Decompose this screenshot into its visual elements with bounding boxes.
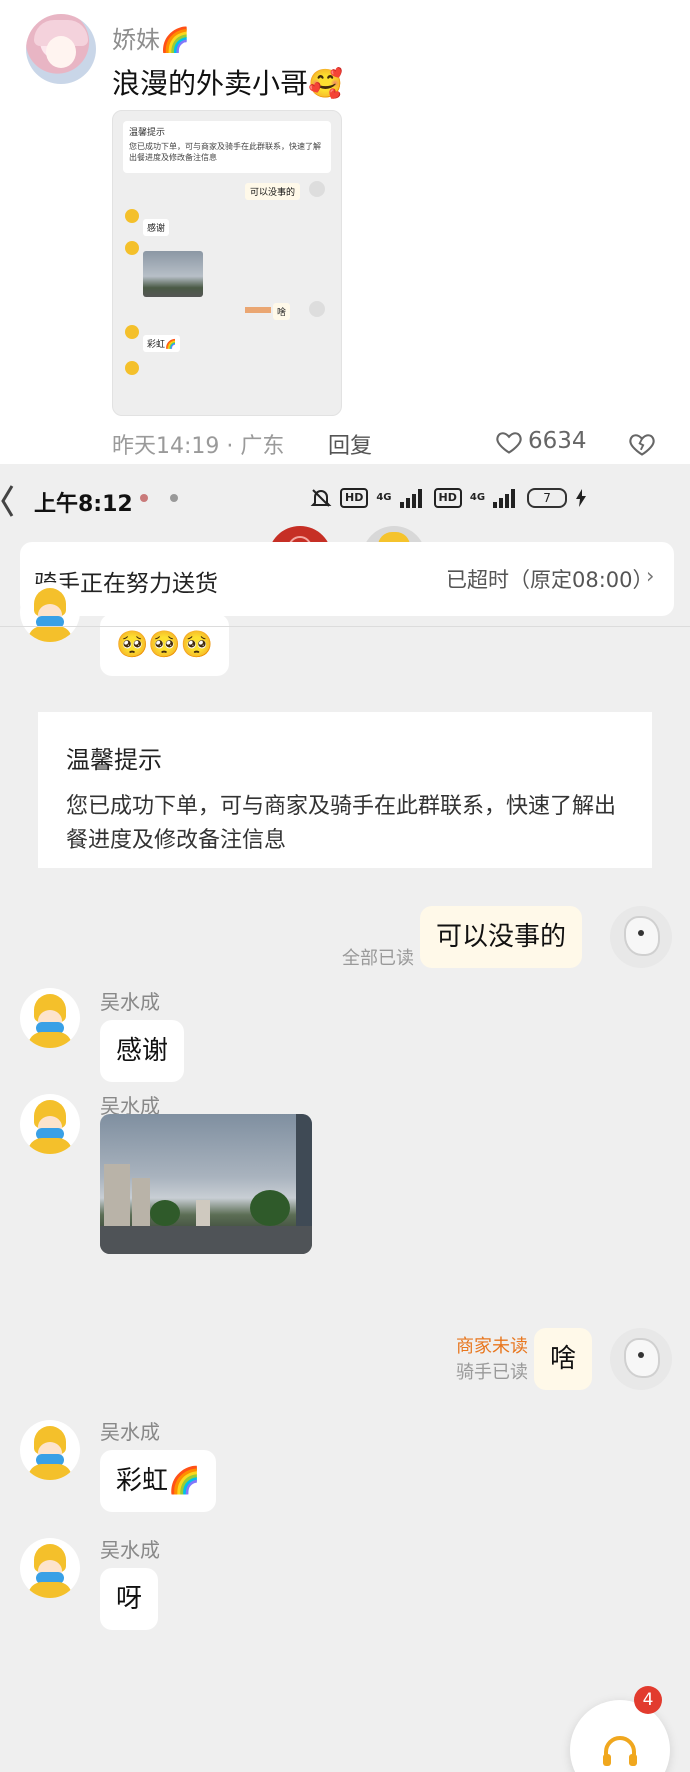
merchant-unread-status: 商家未读	[456, 1336, 528, 1357]
ghost-shape	[624, 916, 660, 956]
rider-avatar[interactable]	[20, 988, 80, 1048]
ghost-shape	[624, 1338, 660, 1378]
thumb-msg-thanks: 感谢	[143, 219, 170, 236]
chevron-right-icon[interactable]: ›	[646, 564, 654, 588]
body-shape	[28, 1582, 72, 1598]
thumb-msg-mine: 可以没事的	[245, 183, 301, 200]
sender-name: 吴水成	[100, 1538, 160, 1562]
hd-badge: HD	[433, 488, 462, 508]
thumb-rider-avatar	[125, 209, 139, 223]
thumb-photo	[143, 251, 203, 297]
status-time: 上午8:12	[34, 492, 133, 517]
body-shape	[28, 1138, 72, 1154]
reply-button[interactable]: 回复	[328, 428, 372, 460]
comment-text: 浪漫的外卖小哥🥰	[112, 67, 343, 100]
thumb-tip-body: 您已成功下单，可与商家及骑手在此群联系，快速了解出餐进度及修改备注信息	[129, 142, 321, 162]
commenter-username[interactable]: 娇妹🌈	[112, 20, 190, 55]
notification-dot-icon	[140, 494, 148, 502]
road-shape	[100, 1226, 312, 1254]
read-status: 全部已读	[342, 948, 414, 969]
sender-name: 吴水成	[100, 990, 160, 1014]
tip-title: 温馨提示	[66, 746, 162, 774]
thumb-rider-avatar	[125, 361, 139, 375]
tree-shape	[250, 1190, 290, 1226]
building-shape	[196, 1200, 210, 1226]
rider-avatar[interactable]	[20, 1538, 80, 1598]
hd-badge: HD	[340, 488, 369, 508]
bell-mute-icon	[310, 489, 332, 507]
thumb-msg-what: 啥	[273, 303, 291, 320]
self-avatar[interactable]	[610, 1328, 672, 1390]
broken-heart-icon[interactable]	[628, 430, 656, 458]
divider	[0, 626, 690, 627]
rider-avatar[interactable]	[20, 1420, 80, 1480]
comment-image-thumbnail[interactable]: 温馨提示 您已成功下单，可与商家及骑手在此群联系，快速了解出餐进度及修改备注信息…	[112, 110, 342, 416]
rider-read-status: 骑手已读	[456, 1362, 528, 1383]
thumb-unread-tag	[245, 307, 271, 313]
rider-avatar[interactable]	[20, 582, 80, 642]
thumb-self-avatar	[309, 301, 325, 317]
status-icons: HD 4G HD 4G 7	[310, 484, 587, 512]
signal-icon	[493, 489, 516, 508]
headset-icon	[603, 1736, 637, 1766]
message-bubble[interactable]: 呀	[100, 1568, 159, 1630]
eye-shape	[638, 930, 644, 936]
my-message-bubble[interactable]: 啥	[534, 1328, 593, 1390]
message-bubble[interactable]: 彩虹🌈	[100, 1450, 217, 1512]
self-avatar[interactable]	[610, 906, 672, 968]
battery-indicator: 7	[527, 488, 568, 508]
building-shape	[104, 1164, 130, 1226]
rainbow-sky-photo[interactable]	[100, 1114, 312, 1254]
rider-avatar[interactable]	[20, 1094, 80, 1154]
network-type: 4G	[376, 492, 392, 503]
thumb-rider-avatar	[125, 241, 139, 255]
thumb-tip-card: 温馨提示 您已成功下单，可与商家及骑手在此群联系，快速了解出餐进度及修改备注信息	[123, 121, 331, 173]
message-bubble[interactable]: 感谢	[100, 1020, 185, 1082]
comment-time-location: 昨天14:19 · 广东	[112, 434, 285, 459]
tree-shape	[150, 1200, 180, 1226]
signal-icon	[399, 489, 422, 508]
avatar-face	[46, 36, 76, 68]
body-shape	[28, 626, 72, 642]
eye-shape	[638, 1352, 644, 1358]
network-type: 4G	[469, 492, 486, 503]
thumb-tip-title: 温馨提示	[129, 128, 166, 138]
building-shape	[296, 1114, 312, 1226]
tip-body: 您已成功下单，可与商家及骑手在此群联系，快速了解出餐进度及修改备注信息	[66, 794, 617, 853]
notification-badge: 4	[634, 1686, 662, 1714]
charging-icon	[576, 489, 587, 507]
thumb-self-avatar	[309, 181, 325, 197]
building-shape	[132, 1178, 150, 1226]
heart-icon[interactable]	[495, 428, 523, 456]
timeout-text[interactable]: 已超时（原定08:00）	[446, 564, 654, 594]
body-shape	[28, 1464, 72, 1480]
like-count: 6634	[528, 428, 587, 454]
body-shape	[28, 1032, 72, 1048]
commenter-avatar[interactable]	[26, 14, 96, 84]
message-bubble[interactable]: 🥺🥺🥺	[100, 614, 230, 676]
my-message-bubble[interactable]: 可以没事的	[420, 906, 583, 968]
notification-dot-icon	[170, 494, 178, 502]
thumb-rider-avatar	[125, 325, 139, 339]
chat-screenshot: 上午8:12 HD 4G HD 4G 7 商家 骑手	[0, 464, 690, 1772]
thumb-msg-rainbow: 彩虹🌈	[143, 335, 181, 352]
chevron-left-icon	[1, 485, 14, 517]
sender-name: 吴水成	[100, 1420, 160, 1444]
